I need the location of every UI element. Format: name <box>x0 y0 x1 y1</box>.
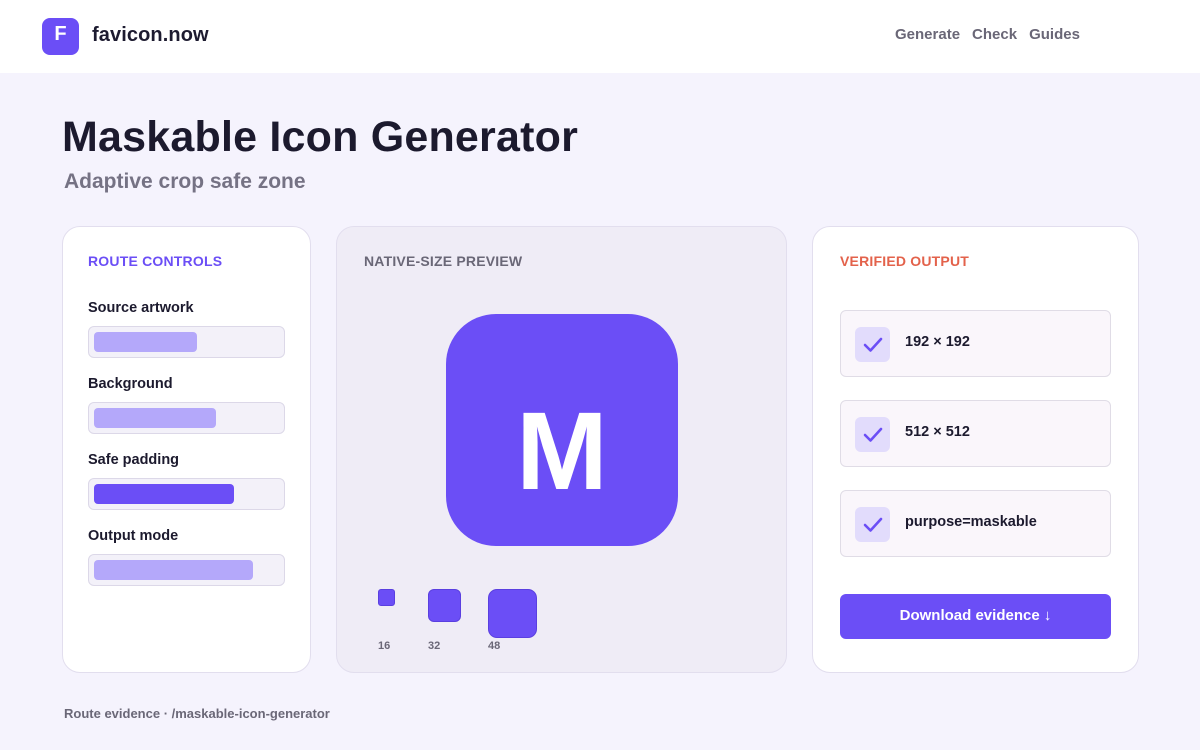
source-artwork-control[interactable] <box>88 326 285 358</box>
preview-32-icon <box>428 589 461 622</box>
output-item: purpose=maskable <box>840 490 1111 557</box>
size-label-16: 16 <box>378 640 391 652</box>
output-item-label: purpose=maskable <box>905 514 1037 530</box>
checkmark-icon <box>855 507 890 542</box>
source-artwork-label: Source artwork <box>88 300 194 316</box>
download-evidence-button[interactable]: Download evidence ↓ <box>840 594 1111 639</box>
output-item: 512 × 512 <box>840 400 1111 467</box>
verified-output-card: VERIFIED OUTPUT 192 × 192 512 × 512 purp… <box>812 226 1139 673</box>
page-title: Maskable Icon Generator <box>62 113 579 161</box>
nav-generate[interactable]: Generate <box>895 26 960 43</box>
output-heading: VERIFIED OUTPUT <box>840 253 970 269</box>
output-mode-control[interactable] <box>88 554 285 586</box>
maskable-icon-preview: M <box>446 314 678 546</box>
route-evidence-note: Route evidence · /maskable-icon-generato… <box>64 706 330 721</box>
background-label: Background <box>88 376 173 392</box>
source-artwork-fill <box>94 332 197 352</box>
nav-guides[interactable]: Guides <box>1029 26 1080 43</box>
output-mode-label: Output mode <box>88 528 179 544</box>
background-fill <box>94 408 216 428</box>
checkmark-icon <box>855 327 890 362</box>
route-controls-card: ROUTE CONTROLS Source artwork Background… <box>62 226 311 673</box>
safe-padding-label: Safe padding <box>88 452 180 468</box>
preview-heading: NATIVE-SIZE PREVIEW <box>364 253 523 269</box>
preview-48-icon <box>488 589 537 638</box>
top-header: F favicon.now Generate Check Guides <box>0 0 1200 73</box>
safe-padding-control[interactable] <box>88 478 285 510</box>
checkmark-icon <box>855 417 890 452</box>
safe-padding-fill <box>94 484 234 504</box>
background-control[interactable] <box>88 402 285 434</box>
output-item: 192 × 192 <box>840 310 1111 377</box>
route-controls-heading: ROUTE CONTROLS <box>88 253 223 269</box>
main-nav: Generate Check Guides <box>895 26 1080 43</box>
nav-check[interactable]: Check <box>972 26 1017 43</box>
native-size-preview-card: NATIVE-SIZE PREVIEW M 16 32 48 <box>336 226 787 673</box>
output-mode-fill <box>94 560 253 580</box>
page-subtitle: Adaptive crop safe zone <box>64 170 306 193</box>
size-label-32: 32 <box>428 640 441 652</box>
logo-icon[interactable]: F <box>42 18 79 55</box>
size-label-48: 48 <box>488 640 501 652</box>
preview-16-icon <box>378 589 395 606</box>
output-item-label: 192 × 192 <box>905 334 970 350</box>
brand-name[interactable]: favicon.now <box>92 24 209 47</box>
output-item-label: 512 × 512 <box>905 424 970 440</box>
